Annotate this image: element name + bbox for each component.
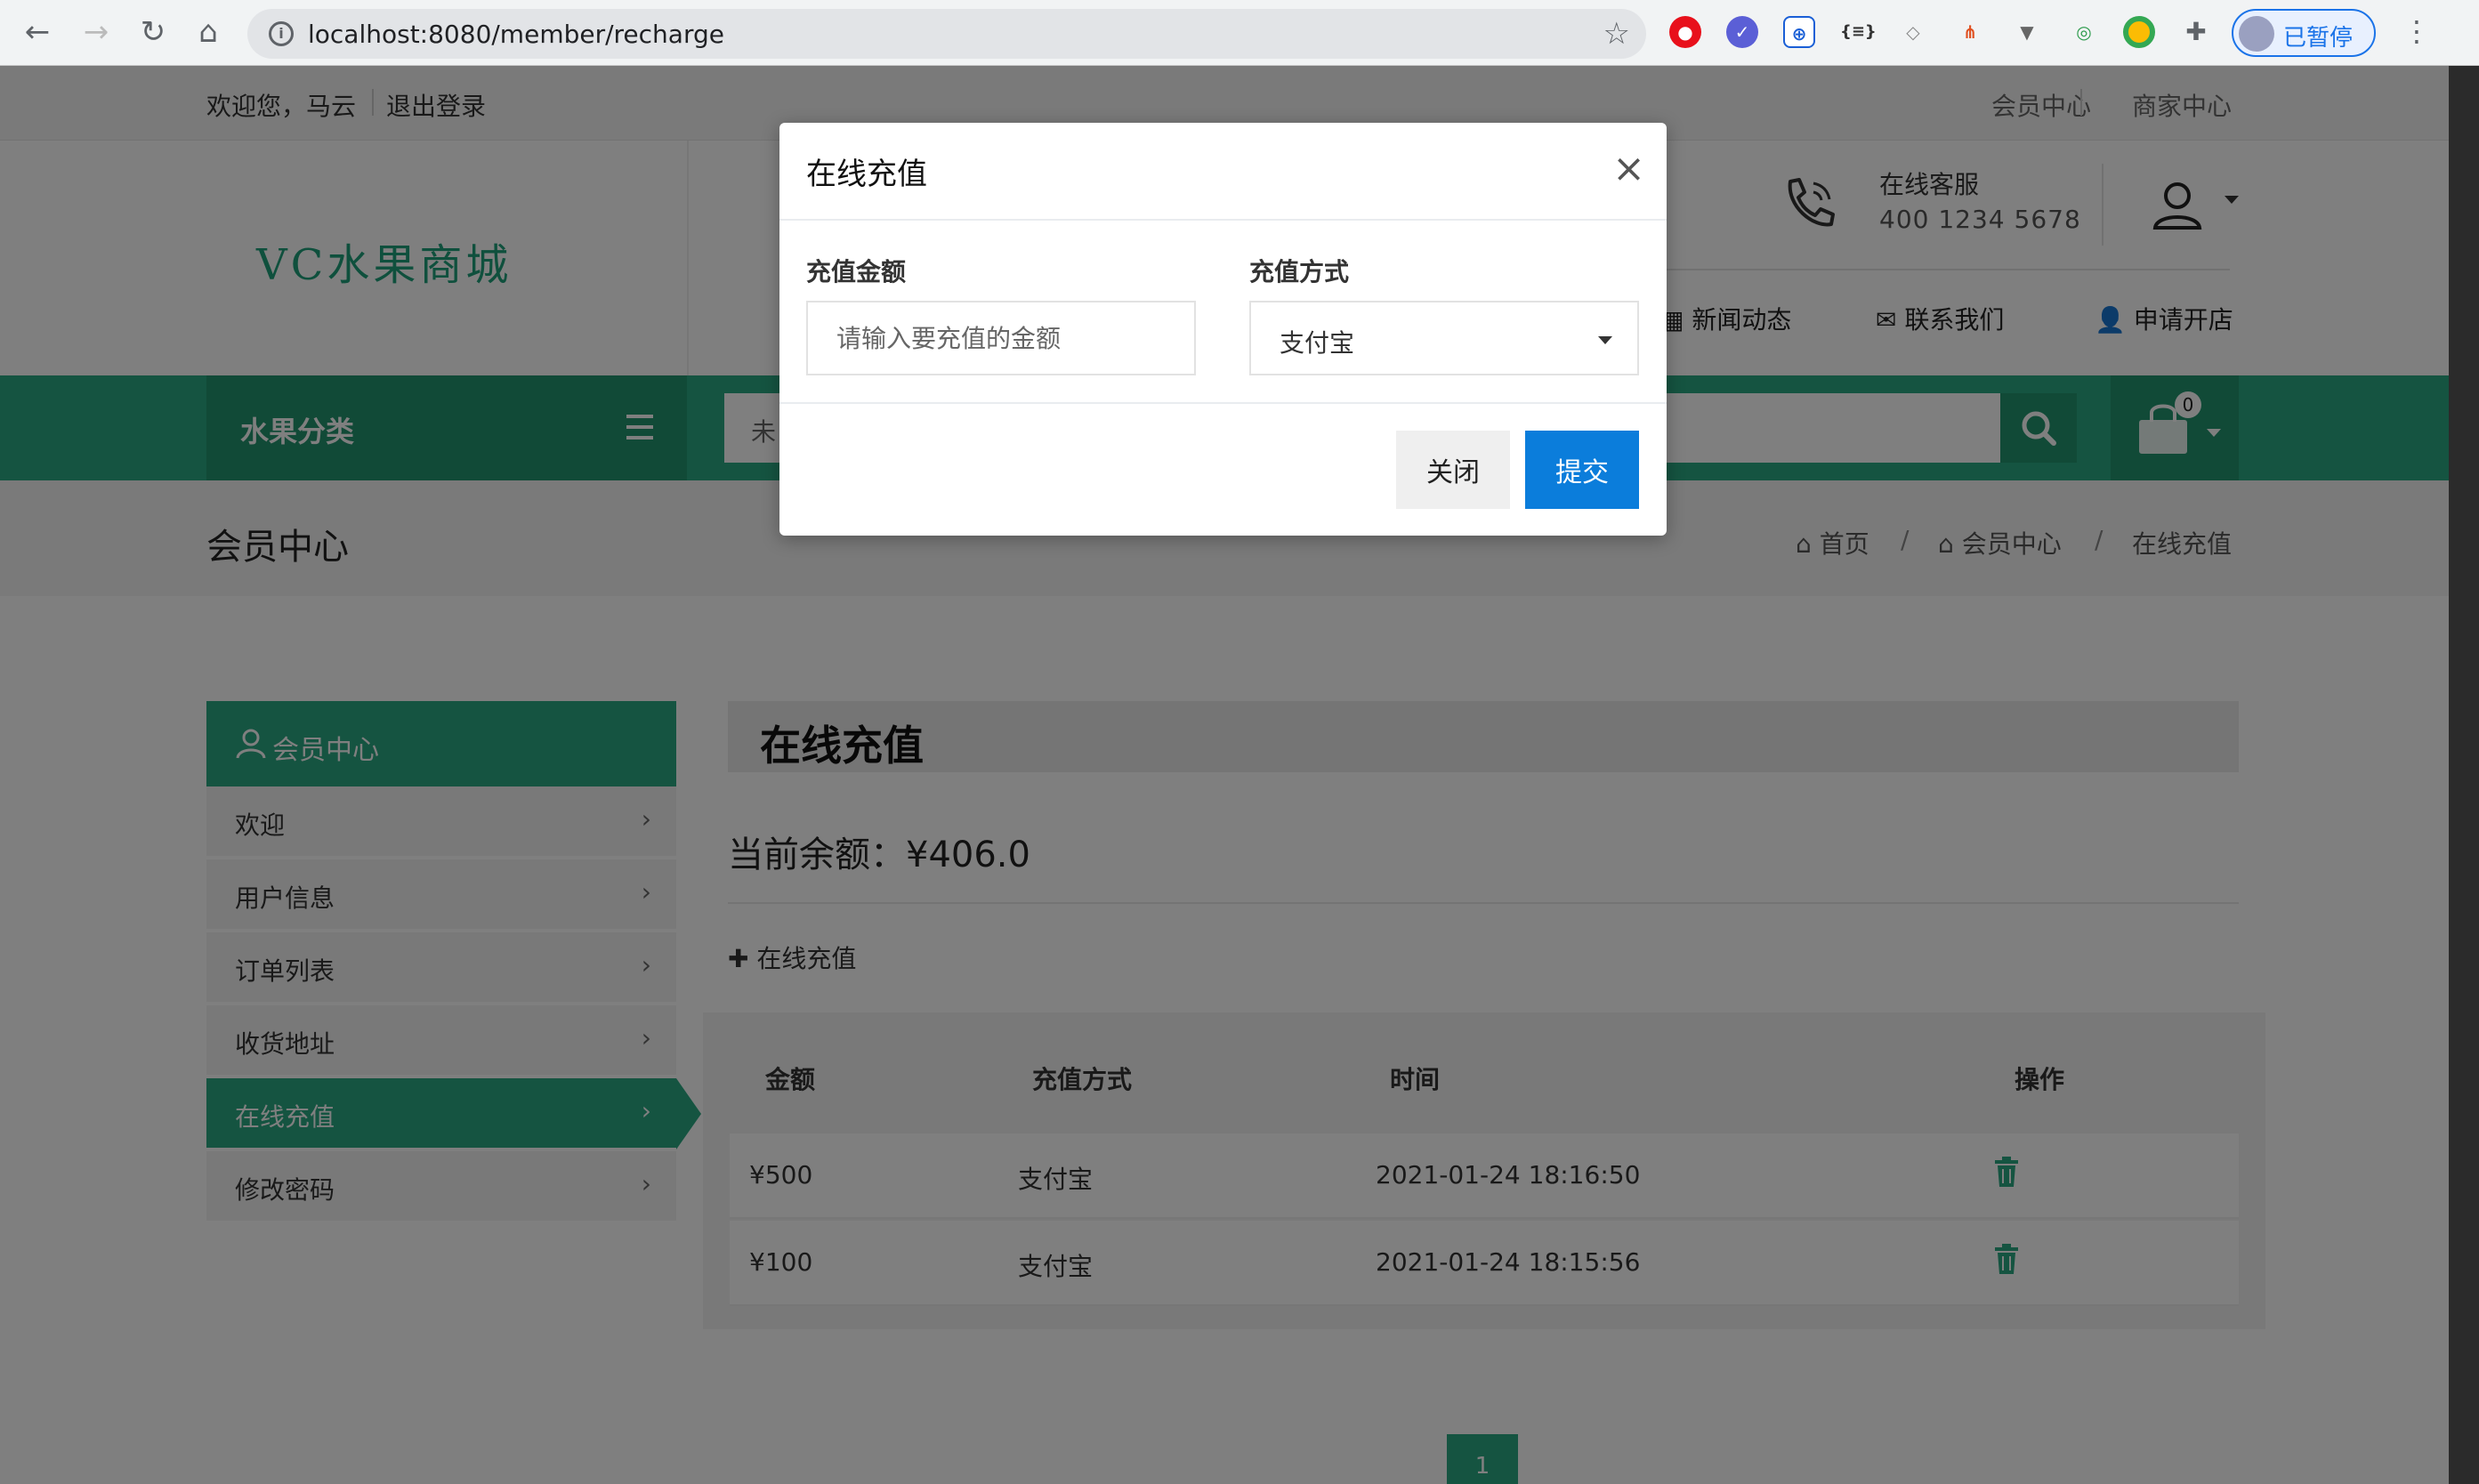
- extension-icon[interactable]: {≡}: [1840, 16, 1877, 48]
- avatar: [2239, 16, 2274, 52]
- url-text: localhost:8080/member/recharge: [308, 20, 724, 49]
- extension-icon[interactable]: ▼: [2011, 16, 2043, 48]
- extension-icon[interactable]: ⋔: [1954, 16, 1986, 48]
- extension-icon[interactable]: ⊕: [1783, 16, 1815, 48]
- extension-icon[interactable]: ✓: [1726, 16, 1758, 48]
- extension-icon[interactable]: ●: [1669, 16, 1701, 48]
- bookmark-star-icon[interactable]: ☆: [1603, 16, 1630, 52]
- home-icon[interactable]: ⌂: [190, 14, 226, 50]
- modal-title: 在线充值: [806, 157, 927, 192]
- extension-icon[interactable]: ◎: [2068, 16, 2100, 48]
- site-info-icon[interactable]: i: [269, 21, 294, 46]
- amount-input[interactable]: [806, 301, 1196, 375]
- payment-method-select[interactable]: 支付宝: [1249, 301, 1639, 375]
- profile-label: 已暂停: [2283, 25, 2354, 52]
- close-button[interactable]: 关闭: [1396, 431, 1510, 509]
- divider: [779, 402, 1667, 404]
- close-icon[interactable]: ×: [1612, 149, 1645, 189]
- browser-toolbar: ← → ↻ ⌂ i localhost:8080/member/recharge…: [0, 0, 2479, 66]
- chevron-down-icon: [1598, 336, 1612, 344]
- amount-label: 充值金额: [806, 257, 907, 286]
- recharge-modal: 在线充值 × 充值金额 充值方式 支付宝 关闭 提交: [779, 123, 1667, 536]
- forward-icon[interactable]: →: [78, 14, 114, 50]
- puzzle-icon[interactable]: ✚: [2180, 16, 2212, 48]
- extension-icon[interactable]: ◇: [1897, 16, 1929, 48]
- profile-chip[interactable]: 已暂停: [2232, 9, 2376, 57]
- method-label: 充值方式: [1249, 257, 1350, 286]
- address-bar[interactable]: i localhost:8080/member/recharge ☆: [247, 9, 1646, 59]
- reload-icon[interactable]: ↻: [135, 14, 171, 50]
- back-icon[interactable]: ←: [20, 14, 55, 50]
- browser-menu-icon[interactable]: ⋮: [2402, 14, 2431, 48]
- submit-button[interactable]: 提交: [1525, 431, 1639, 509]
- extension-icon[interactable]: [2123, 16, 2155, 48]
- modal-header: 在线充值 ×: [779, 123, 1667, 221]
- devtools-edge: [2449, 66, 2479, 1484]
- selected-method: 支付宝: [1280, 328, 1355, 358]
